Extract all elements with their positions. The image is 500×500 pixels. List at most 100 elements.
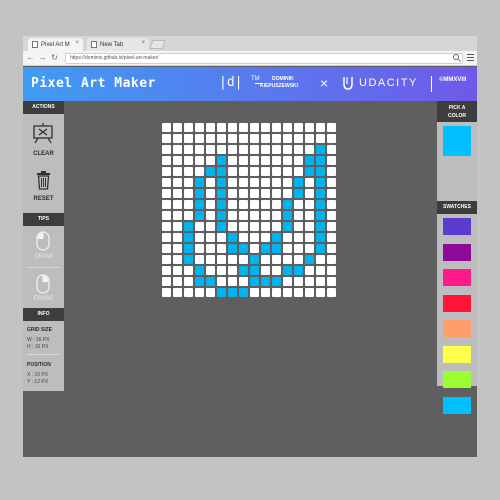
pixel-cell[interactable] <box>304 243 315 254</box>
pixel-cell[interactable] <box>315 199 326 210</box>
color-swatch[interactable] <box>443 269 471 286</box>
color-swatch[interactable] <box>443 294 471 312</box>
pixel-cell[interactable] <box>194 199 205 210</box>
pixel-cell[interactable] <box>161 155 172 166</box>
pixel-cell[interactable] <box>326 276 337 287</box>
pixel-cell[interactable] <box>194 133 205 144</box>
pixel-cell[interactable] <box>161 188 172 199</box>
clear-button[interactable]: CLEAR <box>23 118 64 163</box>
pixel-cell[interactable] <box>326 122 337 133</box>
pixel-cell[interactable] <box>315 276 326 287</box>
pixel-cell[interactable] <box>249 133 260 144</box>
pixel-cell[interactable] <box>227 221 238 232</box>
url-field[interactable]: https://dominic.github.io/pixel-art-make… <box>65 53 463 64</box>
pixel-cell[interactable] <box>161 166 172 177</box>
pixel-cell[interactable] <box>161 276 172 287</box>
pixel-cell[interactable] <box>293 232 304 243</box>
pixel-cell[interactable] <box>205 232 216 243</box>
pixel-cell[interactable] <box>293 177 304 188</box>
pixel-cell[interactable] <box>161 177 172 188</box>
pixel-cell[interactable] <box>183 243 194 254</box>
pixel-cell[interactable] <box>172 287 183 298</box>
pixel-cell[interactable] <box>183 122 194 133</box>
pixel-cell[interactable] <box>183 199 194 210</box>
pixel-cell[interactable] <box>205 243 216 254</box>
pixel-cell[interactable] <box>315 177 326 188</box>
tab-pixel-art-maker[interactable]: Pixel Art M × <box>28 38 83 51</box>
pixel-cell[interactable] <box>205 155 216 166</box>
pixel-cell[interactable] <box>293 221 304 232</box>
pixel-cell[interactable] <box>183 265 194 276</box>
pixel-cell[interactable] <box>216 221 227 232</box>
pixel-cell[interactable] <box>260 243 271 254</box>
pixel-cell[interactable] <box>282 265 293 276</box>
pixel-cell[interactable] <box>293 265 304 276</box>
pixel-cell[interactable] <box>227 243 238 254</box>
pixel-cell[interactable] <box>304 210 315 221</box>
pixel-cell[interactable] <box>271 243 282 254</box>
pixel-cell[interactable] <box>282 155 293 166</box>
pixel-cell[interactable] <box>271 254 282 265</box>
pixel-cell[interactable] <box>249 243 260 254</box>
pixel-cell[interactable] <box>315 232 326 243</box>
pixel-cell[interactable] <box>183 177 194 188</box>
pixel-cell[interactable] <box>271 276 282 287</box>
pixel-cell[interactable] <box>205 166 216 177</box>
pixel-cell[interactable] <box>293 166 304 177</box>
pixel-cell[interactable] <box>293 122 304 133</box>
pixel-cell[interactable] <box>205 188 216 199</box>
forward-arrow-icon[interactable]: → <box>38 53 47 63</box>
pixel-cell[interactable] <box>271 133 282 144</box>
pixel-cell[interactable] <box>271 221 282 232</box>
pixel-cell[interactable] <box>304 166 315 177</box>
pixel-cell[interactable] <box>260 133 271 144</box>
pixel-cell[interactable] <box>315 287 326 298</box>
pixel-cell[interactable] <box>227 232 238 243</box>
pixel-cell[interactable] <box>227 287 238 298</box>
pixel-cell[interactable] <box>271 122 282 133</box>
pixel-cell[interactable] <box>304 265 315 276</box>
pixel-cell[interactable] <box>216 188 227 199</box>
pixel-cell[interactable] <box>304 188 315 199</box>
pixel-cell[interactable] <box>205 210 216 221</box>
pixel-cell[interactable] <box>315 221 326 232</box>
pixel-cell[interactable] <box>326 155 337 166</box>
pixel-cell[interactable] <box>172 265 183 276</box>
pixel-cell[interactable] <box>282 177 293 188</box>
pixel-cell[interactable] <box>238 265 249 276</box>
pixel-cell[interactable] <box>315 166 326 177</box>
pixel-cell[interactable] <box>271 210 282 221</box>
pixel-cell[interactable] <box>282 210 293 221</box>
pixel-cell[interactable] <box>304 122 315 133</box>
pixel-cell[interactable] <box>315 265 326 276</box>
pixel-cell[interactable] <box>304 254 315 265</box>
pixel-cell[interactable] <box>260 122 271 133</box>
pixel-cell[interactable] <box>282 188 293 199</box>
pixel-cell[interactable] <box>293 210 304 221</box>
pixel-cell[interactable] <box>249 155 260 166</box>
pixel-cell[interactable] <box>227 177 238 188</box>
pixel-cell[interactable] <box>326 133 337 144</box>
pixel-cell[interactable] <box>282 254 293 265</box>
pixel-cell[interactable] <box>249 287 260 298</box>
pixel-cell[interactable] <box>205 133 216 144</box>
pixel-cell[interactable] <box>282 276 293 287</box>
pixel-cell[interactable] <box>249 210 260 221</box>
pixel-cell[interactable] <box>249 188 260 199</box>
pixel-cell[interactable] <box>172 144 183 155</box>
new-tab-button[interactable] <box>149 40 166 49</box>
pixel-cell[interactable] <box>194 276 205 287</box>
pixel-cell[interactable] <box>194 122 205 133</box>
pixel-canvas[interactable] <box>161 122 337 298</box>
pixel-cell[interactable] <box>249 276 260 287</box>
reset-button[interactable]: RESET <box>23 167 64 209</box>
pixel-cell[interactable] <box>282 199 293 210</box>
pixel-cell[interactable] <box>260 199 271 210</box>
search-icon[interactable] <box>453 54 459 60</box>
pixel-cell[interactable] <box>238 243 249 254</box>
pixel-cell[interactable] <box>326 254 337 265</box>
close-icon[interactable]: × <box>75 40 79 46</box>
pixel-cell[interactable] <box>293 144 304 155</box>
pixel-cell[interactable] <box>293 133 304 144</box>
pixel-cell[interactable] <box>238 254 249 265</box>
